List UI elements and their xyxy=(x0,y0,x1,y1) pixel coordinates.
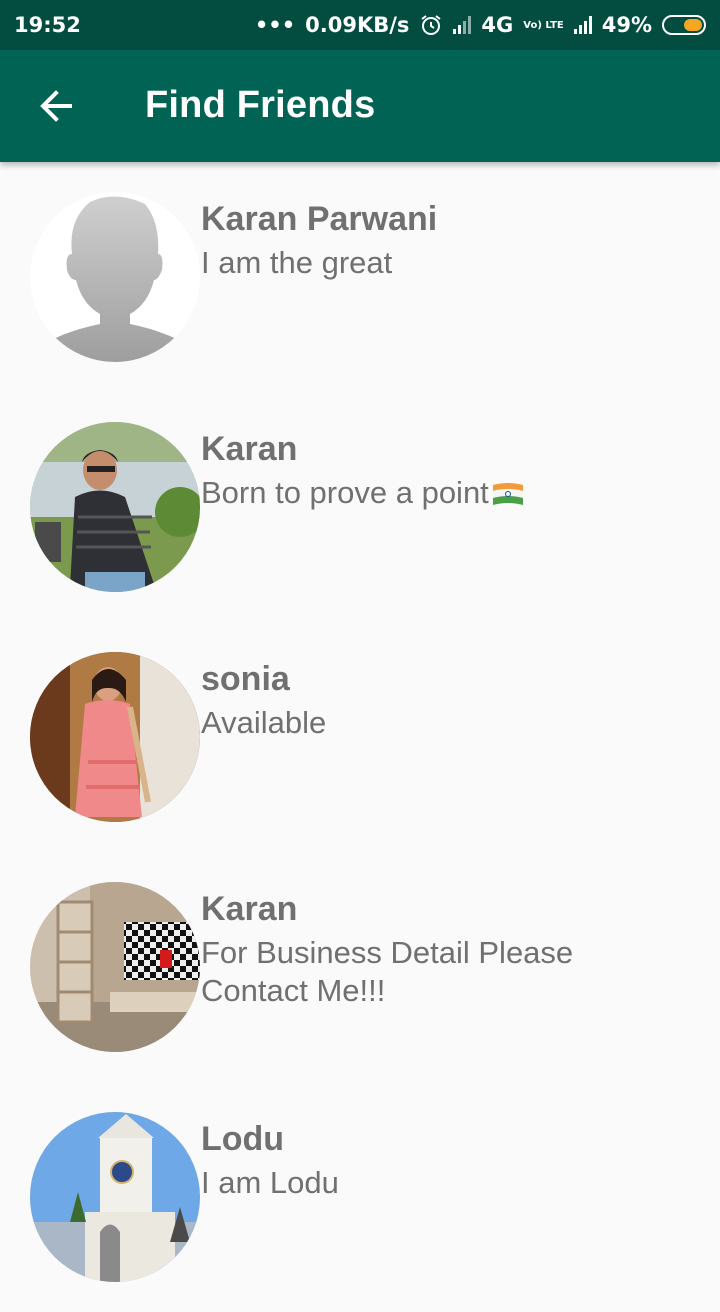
battery-percent: 49% xyxy=(601,13,652,37)
friend-name: Karan xyxy=(201,430,298,468)
friend-list-item[interactable]: Karan Born to prove a point xyxy=(0,392,720,622)
signal-icon xyxy=(453,16,472,34)
friend-status-text: Born to prove a point xyxy=(201,475,489,510)
friend-status: I am Lodu xyxy=(201,1165,339,1200)
page-title: Find Friends xyxy=(145,84,376,126)
status-time: 19:52 xyxy=(14,13,81,37)
status-icons: ••• 0.09KB/s 4G Vo) LTE 49% xyxy=(255,13,706,37)
friend-name: sonia xyxy=(201,660,290,698)
battery-icon xyxy=(662,15,706,35)
default-avatar-icon xyxy=(30,192,200,362)
status-bar: 19:52 ••• 0.09KB/s 4G Vo) LTE 49% xyxy=(0,0,720,50)
avatar-photo-woman xyxy=(30,652,200,822)
avatar-photo-man xyxy=(30,422,200,592)
friend-name: Karan xyxy=(201,890,298,928)
avatar-photo-room xyxy=(30,882,200,1052)
friend-status: For Business Detail Please Contact Me!!! xyxy=(201,935,574,1008)
india-flag-icon xyxy=(492,482,523,505)
network-type: 4G xyxy=(481,13,514,37)
friend-status: I am the great xyxy=(201,245,393,280)
volte-icon: Vo) LTE xyxy=(523,19,564,31)
app-bar: Find Friends xyxy=(0,50,720,162)
alarm-icon xyxy=(421,15,441,35)
avatar-photo-tower xyxy=(30,1112,200,1282)
friend-status: Available xyxy=(201,705,327,740)
back-arrow-icon[interactable] xyxy=(36,86,76,126)
friend-name: Karan Parwani xyxy=(201,200,438,238)
friend-status: Born to prove a point xyxy=(201,474,621,512)
friend-list-item[interactable]: Karan Parwani I am the great xyxy=(0,162,720,392)
friend-name: Lodu xyxy=(201,1120,285,1158)
friend-list-item[interactable]: sonia Available xyxy=(0,622,720,852)
friend-list-item[interactable]: Lodu I am Lodu xyxy=(0,1082,720,1312)
friend-list-item[interactable]: Karan For Business Detail Please Contact… xyxy=(0,852,720,1082)
signal-icon-2 xyxy=(573,16,592,34)
network-speed: 0.09KB/s xyxy=(305,13,410,37)
more-dots: ••• xyxy=(254,13,296,37)
